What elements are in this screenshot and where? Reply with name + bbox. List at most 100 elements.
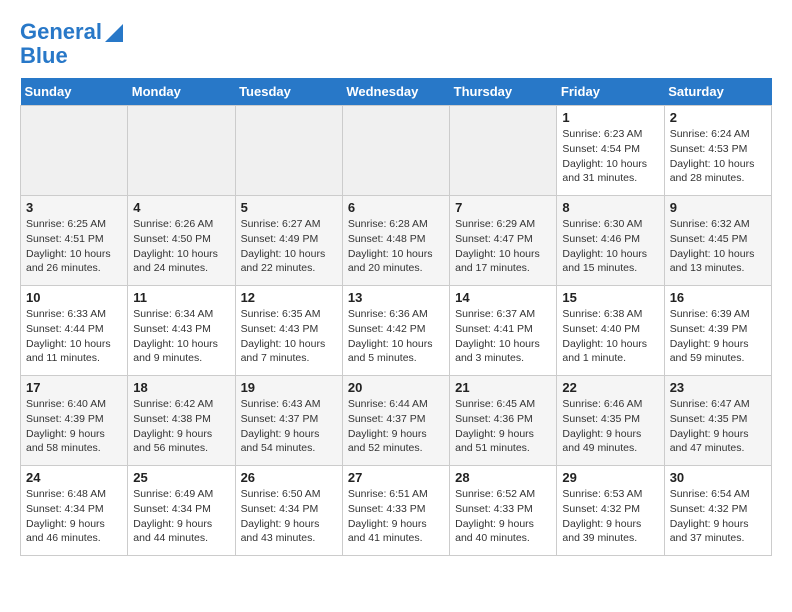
page-header: General Blue <box>20 20 772 68</box>
day-info: Sunrise: 6:28 AM Sunset: 4:48 PM Dayligh… <box>348 217 444 276</box>
calendar-cell: 13Sunrise: 6:36 AM Sunset: 4:42 PM Dayli… <box>342 286 449 376</box>
calendar-cell: 21 Sunrise: 6:45 AM Sunset: 4:36 PM Dayli… <box>450 376 557 466</box>
day-number: 20 <box>348 380 444 395</box>
day-number: 26 <box>241 470 337 485</box>
calendar-cell: 25 Sunrise: 6:49 AM Sunset: 4:34 PM Dayli… <box>128 466 235 556</box>
day-number: 2 <box>670 110 766 125</box>
calendar-cell: 27 Sunrise: 6:51 AM Sunset: 4:33 PM Dayli… <box>342 466 449 556</box>
day-info: Sunrise: 6:52 AM Sunset: 4:33 PM Dayligh… <box>455 487 551 546</box>
day-header-wednesday: Wednesday <box>342 78 449 106</box>
day-info: Sunrise: 6:38 AM Sunset: 4:40 PM Dayligh… <box>562 307 658 366</box>
day-info: Sunrise: 6:26 AM Sunset: 4:50 PM Dayligh… <box>133 217 229 276</box>
day-info: Sunrise: 6:30 AM Sunset: 4:46 PM Dayligh… <box>562 217 658 276</box>
day-info: Sunrise: 6:53 AM Sunset: 4:32 PM Dayligh… <box>562 487 658 546</box>
day-info: Sunrise: 6:46 AM Sunset: 4:35 PM Dayligh… <box>562 397 658 456</box>
day-number: 15 <box>562 290 658 305</box>
calendar-cell: 2 Sunrise: 6:24 AM Sunset: 4:53 PM Daylig… <box>664 106 771 196</box>
day-info: Sunrise: 6:36 AM Sunset: 4:42 PM Dayligh… <box>348 307 444 366</box>
day-number: 25 <box>133 470 229 485</box>
day-info: Sunrise: 6:42 AM Sunset: 4:38 PM Dayligh… <box>133 397 229 456</box>
day-info: Sunrise: 6:35 AM Sunset: 4:43 PM Dayligh… <box>241 307 337 366</box>
day-number: 18 <box>133 380 229 395</box>
day-info: Sunrise: 6:43 AM Sunset: 4:37 PM Dayligh… <box>241 397 337 456</box>
calendar-cell: 8 Sunrise: 6:30 AM Sunset: 4:46 PM Daylig… <box>557 196 664 286</box>
calendar-cell: 18 Sunrise: 6:42 AM Sunset: 4:38 PM Dayli… <box>128 376 235 466</box>
logo-text-line2: Blue <box>20 44 68 68</box>
day-header-sunday: Sunday <box>21 78 128 106</box>
day-info: Sunrise: 6:51 AM Sunset: 4:33 PM Dayligh… <box>348 487 444 546</box>
day-number: 22 <box>562 380 658 395</box>
calendar-cell: 14Sunrise: 6:37 AM Sunset: 4:41 PM Dayli… <box>450 286 557 376</box>
day-number: 14 <box>455 290 551 305</box>
day-number: 23 <box>670 380 766 395</box>
calendar-cell <box>235 106 342 196</box>
calendar-cell: 5 Sunrise: 6:27 AM Sunset: 4:49 PM Daylig… <box>235 196 342 286</box>
calendar-table: SundayMondayTuesdayWednesdayThursdayFrid… <box>20 78 772 556</box>
calendar-cell: 3 Sunrise: 6:25 AM Sunset: 4:51 PM Daylig… <box>21 196 128 286</box>
calendar-cell: 12 Sunrise: 6:35 AM Sunset: 4:43 PM Dayli… <box>235 286 342 376</box>
day-info: Sunrise: 6:32 AM Sunset: 4:45 PM Dayligh… <box>670 217 766 276</box>
calendar-cell: 24 Sunrise: 6:48 AM Sunset: 4:34 PM Dayli… <box>21 466 128 556</box>
calendar-cell: 9 Sunrise: 6:32 AM Sunset: 4:45 PM Daylig… <box>664 196 771 286</box>
day-number: 28 <box>455 470 551 485</box>
day-info: Sunrise: 6:24 AM Sunset: 4:53 PM Dayligh… <box>670 127 766 186</box>
day-header-friday: Friday <box>557 78 664 106</box>
calendar-cell: 19Sunrise: 6:43 AM Sunset: 4:37 PM Dayli… <box>235 376 342 466</box>
day-number: 3 <box>26 200 122 215</box>
calendar-cell: 4 Sunrise: 6:26 AM Sunset: 4:50 PM Daylig… <box>128 196 235 286</box>
day-header-monday: Monday <box>128 78 235 106</box>
day-info: Sunrise: 6:39 AM Sunset: 4:39 PM Dayligh… <box>670 307 766 366</box>
calendar-cell: 7Sunrise: 6:29 AM Sunset: 4:47 PM Daylig… <box>450 196 557 286</box>
calendar-cell: 29 Sunrise: 6:53 AM Sunset: 4:32 PM Dayli… <box>557 466 664 556</box>
day-info: Sunrise: 6:49 AM Sunset: 4:34 PM Dayligh… <box>133 487 229 546</box>
calendar-cell: 28 Sunrise: 6:52 AM Sunset: 4:33 PM Dayli… <box>450 466 557 556</box>
logo: General Blue <box>20 20 123 68</box>
day-info: Sunrise: 6:23 AM Sunset: 4:54 PM Dayligh… <box>562 127 658 186</box>
calendar-cell: 10 Sunrise: 6:33 AM Sunset: 4:44 PM Dayli… <box>21 286 128 376</box>
day-info: Sunrise: 6:50 AM Sunset: 4:34 PM Dayligh… <box>241 487 337 546</box>
calendar-cell: 23 Sunrise: 6:47 AM Sunset: 4:35 PM Dayli… <box>664 376 771 466</box>
day-number: 12 <box>241 290 337 305</box>
calendar-cell: 22 Sunrise: 6:46 AM Sunset: 4:35 PM Dayli… <box>557 376 664 466</box>
day-number: 5 <box>241 200 337 215</box>
day-info: Sunrise: 6:40 AM Sunset: 4:39 PM Dayligh… <box>26 397 122 456</box>
day-header-tuesday: Tuesday <box>235 78 342 106</box>
calendar-cell <box>128 106 235 196</box>
day-header-thursday: Thursday <box>450 78 557 106</box>
day-number: 29 <box>562 470 658 485</box>
day-info: Sunrise: 6:45 AM Sunset: 4:36 PM Dayligh… <box>455 397 551 456</box>
day-number: 17 <box>26 380 122 395</box>
day-number: 6 <box>348 200 444 215</box>
day-info: Sunrise: 6:48 AM Sunset: 4:34 PM Dayligh… <box>26 487 122 546</box>
day-number: 1 <box>562 110 658 125</box>
day-info: Sunrise: 6:54 AM Sunset: 4:32 PM Dayligh… <box>670 487 766 546</box>
day-number: 16 <box>670 290 766 305</box>
calendar-cell: 15 Sunrise: 6:38 AM Sunset: 4:40 PM Dayli… <box>557 286 664 376</box>
calendar-cell: 6 Sunrise: 6:28 AM Sunset: 4:48 PM Daylig… <box>342 196 449 286</box>
day-info: Sunrise: 6:44 AM Sunset: 4:37 PM Dayligh… <box>348 397 444 456</box>
calendar-cell: 11 Sunrise: 6:34 AM Sunset: 4:43 PM Dayli… <box>128 286 235 376</box>
day-number: 10 <box>26 290 122 305</box>
day-info: Sunrise: 6:27 AM Sunset: 4:49 PM Dayligh… <box>241 217 337 276</box>
day-info: Sunrise: 6:33 AM Sunset: 4:44 PM Dayligh… <box>26 307 122 366</box>
day-number: 21 <box>455 380 551 395</box>
calendar-cell: 17 Sunrise: 6:40 AM Sunset: 4:39 PM Dayli… <box>21 376 128 466</box>
calendar-cell <box>450 106 557 196</box>
day-number: 24 <box>26 470 122 485</box>
day-number: 8 <box>562 200 658 215</box>
logo-triangle-icon <box>105 20 123 42</box>
calendar-cell: 30 Sunrise: 6:54 AM Sunset: 4:32 PM Dayli… <box>664 466 771 556</box>
day-info: Sunrise: 6:34 AM Sunset: 4:43 PM Dayligh… <box>133 307 229 366</box>
day-number: 9 <box>670 200 766 215</box>
calendar-cell: 1 Sunrise: 6:23 AM Sunset: 4:54 PM Daylig… <box>557 106 664 196</box>
calendar-cell <box>342 106 449 196</box>
day-number: 27 <box>348 470 444 485</box>
calendar-cell: 26 Sunrise: 6:50 AM Sunset: 4:34 PM Dayli… <box>235 466 342 556</box>
day-number: 30 <box>670 470 766 485</box>
day-info: Sunrise: 6:25 AM Sunset: 4:51 PM Dayligh… <box>26 217 122 276</box>
day-number: 11 <box>133 290 229 305</box>
logo-text-line1: General <box>20 20 102 44</box>
calendar-cell: 20 Sunrise: 6:44 AM Sunset: 4:37 PM Dayli… <box>342 376 449 466</box>
day-info: Sunrise: 6:47 AM Sunset: 4:35 PM Dayligh… <box>670 397 766 456</box>
day-number: 4 <box>133 200 229 215</box>
